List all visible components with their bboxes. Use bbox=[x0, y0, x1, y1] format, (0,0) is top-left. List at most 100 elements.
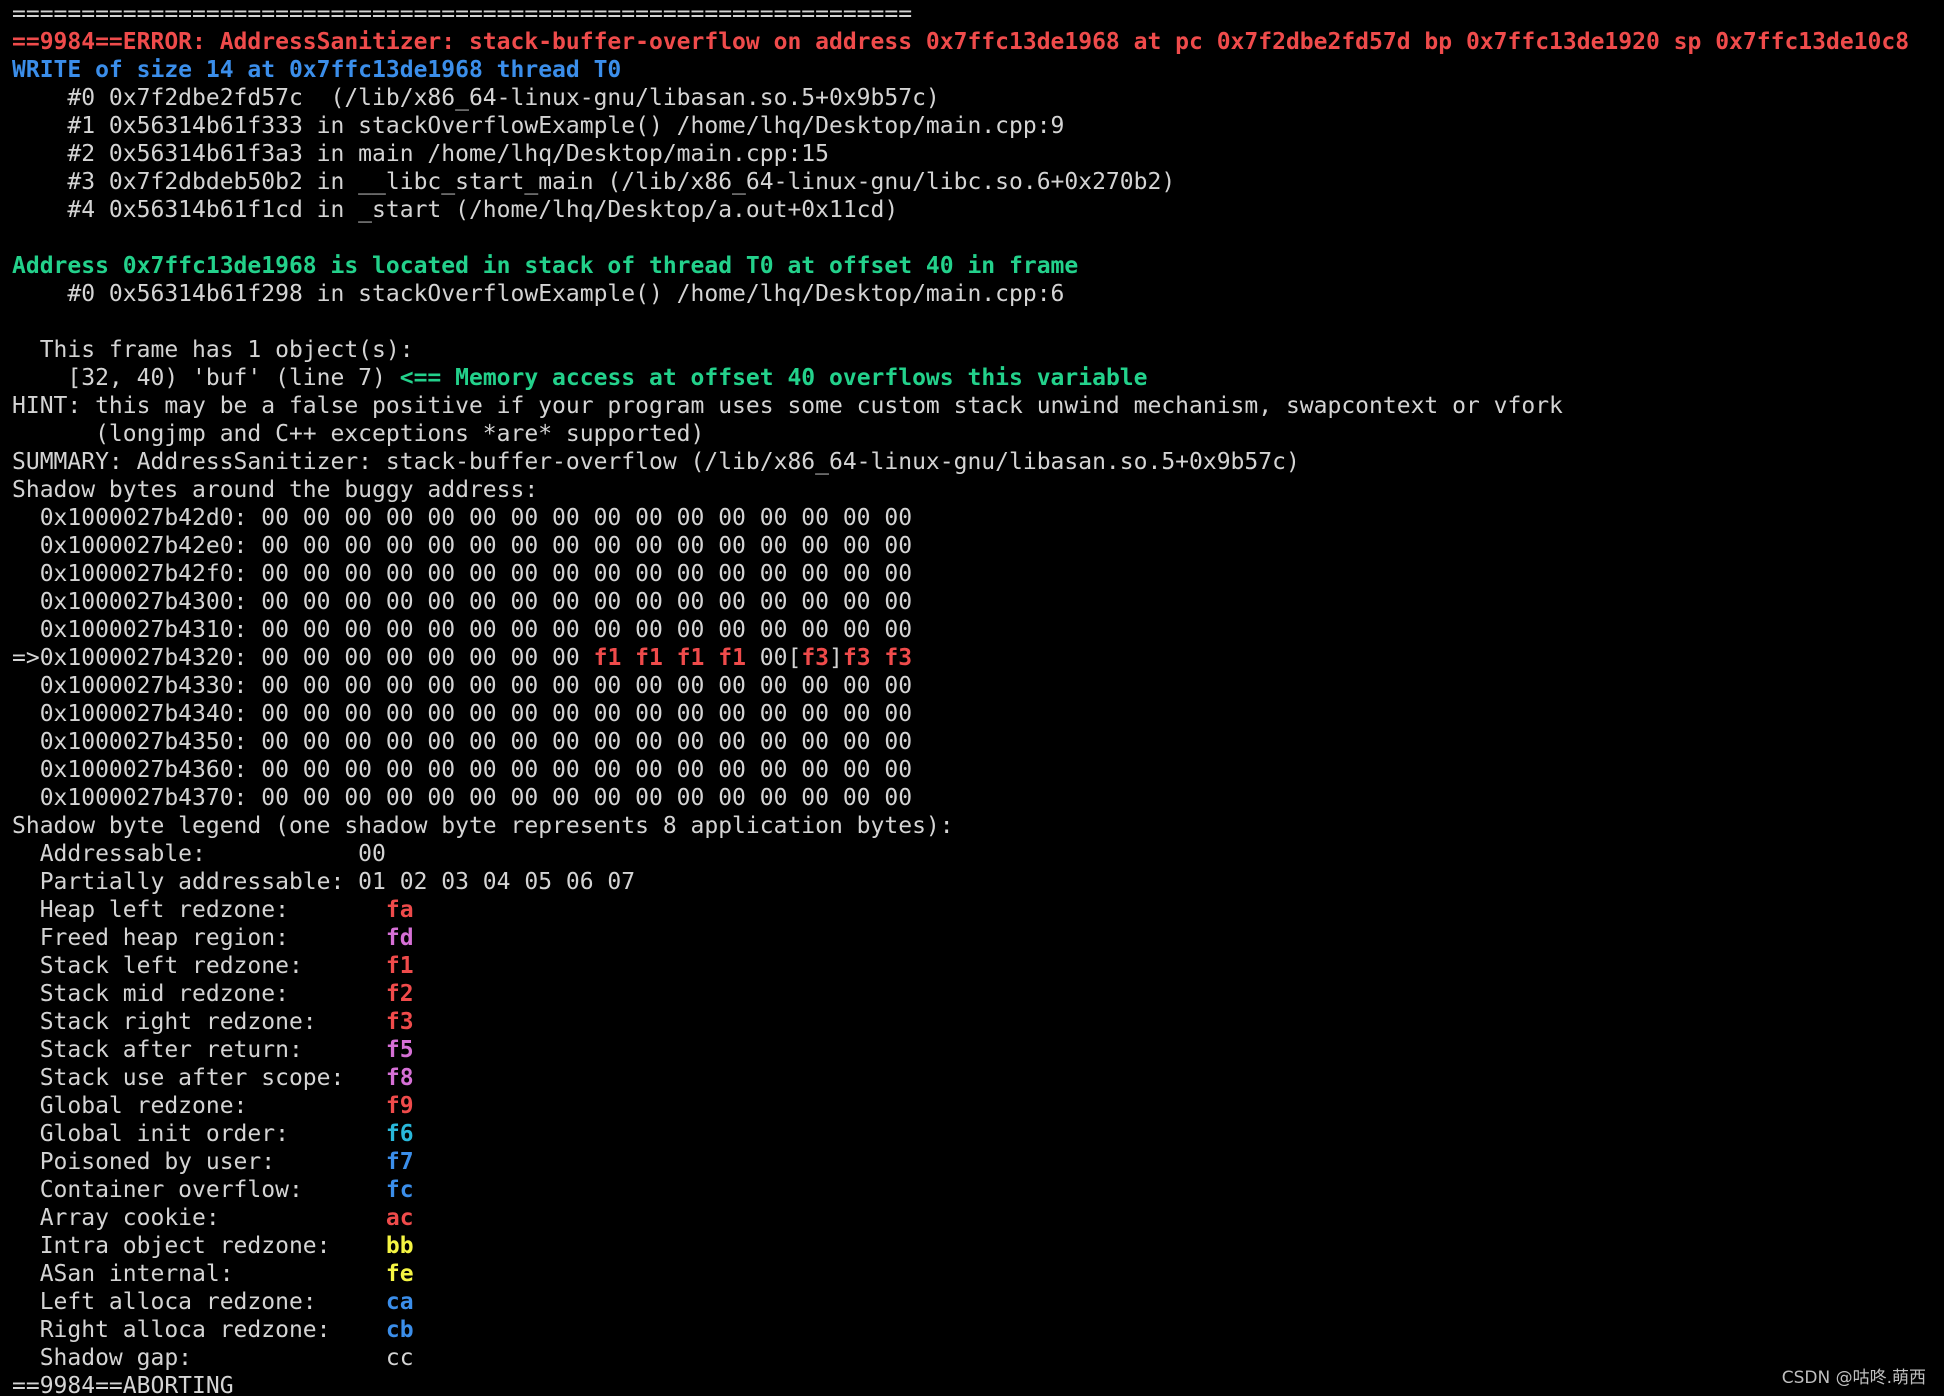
terminal-line: Global init order: f6 bbox=[12, 1120, 1938, 1148]
terminal-line: Shadow gap: cc bbox=[12, 1344, 1938, 1372]
terminal-text-segment: Container overflow: bbox=[12, 1177, 386, 1203]
terminal-text-segment: Stack use after scope: bbox=[12, 1065, 386, 1091]
terminal-line: Stack right redzone: f3 bbox=[12, 1008, 1938, 1036]
terminal-text-segment: ca bbox=[385, 1289, 414, 1315]
terminal-line: (longjmp and C++ exceptions *are* suppor… bbox=[12, 420, 1938, 448]
terminal-text-segment: #0 0x56314b61f298 in stackOverflowExampl… bbox=[12, 281, 1065, 307]
terminal-text-segment: 0x1000027b4330: 00 00 00 00 00 00 00 00 … bbox=[12, 673, 913, 699]
terminal-text-segment: 0x1000027b42d0: 00 00 00 00 00 00 00 00 … bbox=[12, 505, 913, 531]
terminal-line: #1 0x56314b61f333 in stackOverflowExampl… bbox=[12, 112, 1938, 140]
terminal-text-segment: SUMMARY: AddressSanitizer: stack-buffer-… bbox=[12, 449, 1300, 475]
terminal-text-segment: #4 0x56314b61f1cd in _start (/home/lhq/D… bbox=[12, 197, 899, 223]
terminal-line: Left alloca redzone: ca bbox=[12, 1288, 1938, 1316]
terminal-text-segment: ] bbox=[829, 645, 843, 671]
terminal-line: 0x1000027b4360: 00 00 00 00 00 00 00 00 … bbox=[12, 756, 1938, 784]
terminal-line: Stack use after scope: f8 bbox=[12, 1064, 1938, 1092]
terminal-line: This frame has 1 object(s): bbox=[12, 336, 1938, 364]
terminal-text-segment: f3 bbox=[801, 645, 830, 671]
terminal-line: Global redzone: f9 bbox=[12, 1092, 1938, 1120]
terminal-line: HINT: this may be a false positive if yo… bbox=[12, 392, 1938, 420]
terminal-text-segment: 0x1000027b42e0: 00 00 00 00 00 00 00 00 … bbox=[12, 533, 913, 559]
terminal-text-segment: =>0x1000027b4320: 00 00 00 00 00 00 00 0… bbox=[12, 645, 594, 671]
terminal-line: 0x1000027b4300: 00 00 00 00 00 00 00 00 … bbox=[12, 588, 1938, 616]
terminal-line: 0x1000027b42f0: 00 00 00 00 00 00 00 00 … bbox=[12, 560, 1938, 588]
terminal-text-segment: #2 0x56314b61f3a3 in main /home/lhq/Desk… bbox=[12, 141, 829, 167]
terminal-line: Address 0x7ffc13de1968 is located in sta… bbox=[12, 252, 1938, 280]
terminal-text-segment: <== Memory access at offset 40 overflows… bbox=[399, 365, 1148, 391]
terminal-text-segment: f5 bbox=[385, 1037, 414, 1063]
terminal-line: Freed heap region: fd bbox=[12, 924, 1938, 952]
terminal-text-segment: Stack mid redzone: bbox=[12, 981, 386, 1007]
terminal-line: Stack after return: f5 bbox=[12, 1036, 1938, 1064]
terminal-line: =>0x1000027b4320: 00 00 00 00 00 00 00 0… bbox=[12, 644, 1938, 672]
terminal-text-segment: ========================================… bbox=[12, 1, 913, 27]
terminal-line: Array cookie: ac bbox=[12, 1204, 1938, 1232]
terminal-line: 0x1000027b4310: 00 00 00 00 00 00 00 00 … bbox=[12, 616, 1938, 644]
terminal-text-segment: f3 f3 bbox=[842, 645, 913, 671]
terminal-line: Shadow bytes around the buggy address: bbox=[12, 476, 1938, 504]
terminal-text-segment: Heap left redzone: bbox=[12, 897, 386, 923]
terminal-line: Right alloca redzone: cb bbox=[12, 1316, 1938, 1344]
terminal-line: 0x1000027b4350: 00 00 00 00 00 00 00 00 … bbox=[12, 728, 1938, 756]
terminal-text-segment: Intra object redzone: bbox=[12, 1233, 386, 1259]
terminal-text-segment: f7 bbox=[385, 1149, 414, 1175]
terminal-text-segment: Stack right redzone: bbox=[12, 1009, 386, 1035]
terminal-text-segment: 0x1000027b4340: 00 00 00 00 00 00 00 00 … bbox=[12, 701, 913, 727]
terminal-text-segment: 0x1000027b4360: 00 00 00 00 00 00 00 00 … bbox=[12, 757, 913, 783]
terminal-text-segment: Left alloca redzone: bbox=[12, 1289, 386, 1315]
terminal-line: Poisoned by user: f7 bbox=[12, 1148, 1938, 1176]
terminal-line: Addressable: 00 bbox=[12, 840, 1938, 868]
terminal-text-segment: ==9984==ERROR: AddressSanitizer: stack-b… bbox=[12, 29, 1910, 55]
terminal-text-segment: #1 0x56314b61f333 in stackOverflowExampl… bbox=[12, 113, 1065, 139]
terminal-line: #0 0x7f2dbe2fd57c (/lib/x86_64-linux-gnu… bbox=[12, 84, 1938, 112]
terminal-text-segment: Partially addressable: 01 02 03 04 05 06… bbox=[12, 869, 636, 895]
terminal-text-segment: 0x1000027b4370: 00 00 00 00 00 00 00 00 … bbox=[12, 785, 913, 811]
terminal-line: 0x1000027b4340: 00 00 00 00 00 00 00 00 … bbox=[12, 700, 1938, 728]
terminal-text-segment: f9 bbox=[385, 1093, 414, 1119]
terminal-line: Partially addressable: 01 02 03 04 05 06… bbox=[12, 868, 1938, 896]
terminal-text-segment: cb bbox=[385, 1317, 414, 1343]
terminal-text-segment: f1 bbox=[385, 953, 414, 979]
terminal-line: ==9984==ABORTING bbox=[12, 1372, 1938, 1396]
terminal-text-segment: fd bbox=[385, 925, 414, 951]
terminal-text-segment: ==9984==ABORTING bbox=[12, 1373, 234, 1396]
terminal-line: #2 0x56314b61f3a3 in main /home/lhq/Desk… bbox=[12, 140, 1938, 168]
terminal-text-segment: (longjmp and C++ exceptions *are* suppor… bbox=[12, 421, 705, 447]
terminal-line: Container overflow: fc bbox=[12, 1176, 1938, 1204]
terminal-text-segment: Shadow bytes around the buggy address: bbox=[12, 477, 539, 503]
terminal-output: ========================================… bbox=[12, 0, 1938, 1396]
terminal-text-segment: [32, 40) 'buf' (line 7) bbox=[12, 365, 400, 391]
terminal-line: 0x1000027b42d0: 00 00 00 00 00 00 00 00 … bbox=[12, 504, 1938, 532]
terminal-line: WRITE of size 14 at 0x7ffc13de1968 threa… bbox=[12, 56, 1938, 84]
terminal-text-segment: fc bbox=[385, 1177, 414, 1203]
terminal-line: Stack left redzone: f1 bbox=[12, 952, 1938, 980]
terminal-text-segment: Global redzone: bbox=[12, 1093, 386, 1119]
terminal-line: ==9984==ERROR: AddressSanitizer: stack-b… bbox=[12, 28, 1938, 56]
terminal-text-segment: WRITE of size 14 at 0x7ffc13de1968 threa… bbox=[12, 57, 622, 83]
terminal-line: 0x1000027b4370: 00 00 00 00 00 00 00 00 … bbox=[12, 784, 1938, 812]
terminal-text-segment: Array cookie: bbox=[12, 1205, 386, 1231]
terminal-text-segment: HINT: this may be a false positive if yo… bbox=[12, 393, 1563, 419]
terminal-text-segment: #0 0x7f2dbe2fd57c (/lib/x86_64-linux-gnu… bbox=[12, 85, 940, 111]
terminal-text-segment: fa bbox=[385, 897, 414, 923]
terminal-text-segment: ac bbox=[385, 1205, 414, 1231]
terminal-text-segment: f8 bbox=[385, 1065, 414, 1091]
terminal-line: ASan internal: fe bbox=[12, 1260, 1938, 1288]
terminal-window[interactable]: ========================================… bbox=[0, 0, 1944, 1396]
terminal-line: ========================================… bbox=[12, 0, 1938, 28]
terminal-text-segment: 0x1000027b4310: 00 00 00 00 00 00 00 00 … bbox=[12, 617, 913, 643]
terminal-line: #0 0x56314b61f298 in stackOverflowExampl… bbox=[12, 280, 1938, 308]
terminal-text-segment: Right alloca redzone: bbox=[12, 1317, 386, 1343]
csdn-watermark: CSDN @咕咚.萌西 bbox=[1781, 1368, 1926, 1388]
terminal-text-segment: Shadow byte legend (one shadow byte repr… bbox=[12, 813, 954, 839]
terminal-text-segment: Global init order: bbox=[12, 1121, 386, 1147]
terminal-line: 0x1000027b4330: 00 00 00 00 00 00 00 00 … bbox=[12, 672, 1938, 700]
terminal-text-segment: 0x1000027b42f0: 00 00 00 00 00 00 00 00 … bbox=[12, 561, 913, 587]
terminal-text-segment: f1 f1 f1 f1 bbox=[593, 645, 746, 671]
terminal-line: 0x1000027b42e0: 00 00 00 00 00 00 00 00 … bbox=[12, 532, 1938, 560]
terminal-text-segment: 0x1000027b4350: 00 00 00 00 00 00 00 00 … bbox=[12, 729, 913, 755]
terminal-line: Stack mid redzone: f2 bbox=[12, 980, 1938, 1008]
terminal-line: Heap left redzone: fa bbox=[12, 896, 1938, 924]
terminal-text-segment: f3 bbox=[385, 1009, 414, 1035]
